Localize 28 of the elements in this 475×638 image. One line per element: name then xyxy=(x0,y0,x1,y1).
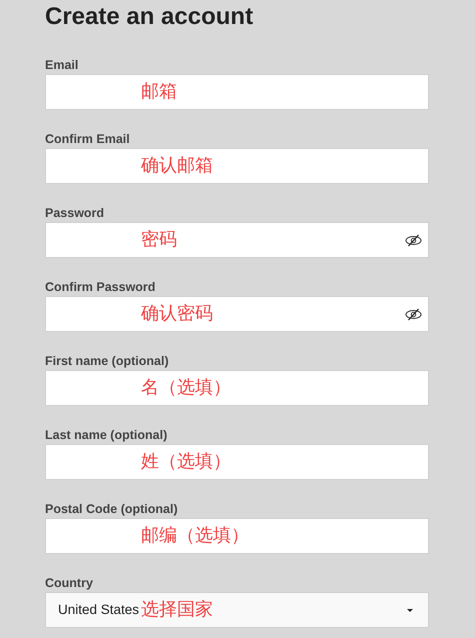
annotation-text: 姓（选填） xyxy=(141,453,231,471)
hidden-eye-icon[interactable] xyxy=(405,234,422,246)
password-field[interactable]: 密码 xyxy=(45,222,429,258)
annotation-text: 确认邮箱 xyxy=(141,157,213,175)
country-select[interactable]: United States选择国家 xyxy=(45,592,429,628)
input-field[interactable]: 姓（选填） xyxy=(45,444,429,480)
field-label: First name (optional) xyxy=(45,353,169,370)
input-field[interactable]: 确认邮箱 xyxy=(45,148,429,184)
field-label: Last name (optional) xyxy=(45,427,168,444)
field-label: Password xyxy=(45,205,104,222)
password-field[interactable]: 确认密码 xyxy=(45,296,429,332)
annotation-text: 邮编（选填） xyxy=(141,527,249,545)
page-title: Create an account xyxy=(45,2,254,32)
annotation-text: 邮箱 xyxy=(141,83,177,101)
input-field[interactable]: 名（选填） xyxy=(45,370,429,406)
annotation-text: 确认密码 xyxy=(141,305,213,323)
input-field[interactable]: 邮箱 xyxy=(45,74,429,110)
input-field[interactable]: 邮编（选填） xyxy=(45,518,429,554)
field-label: Postal Code (optional) xyxy=(45,501,178,518)
annotation-text: 选择国家 xyxy=(141,601,213,619)
hidden-eye-icon[interactable] xyxy=(405,308,422,320)
field-label: Confirm Email xyxy=(45,131,130,148)
field-label: Email xyxy=(45,57,78,74)
caret-icon xyxy=(406,608,414,612)
field-label: Confirm Password xyxy=(45,279,156,296)
field-label: Country xyxy=(45,575,93,592)
annotation-text: 密码 xyxy=(141,231,177,249)
annotation-text: 名（选填） xyxy=(141,379,231,397)
